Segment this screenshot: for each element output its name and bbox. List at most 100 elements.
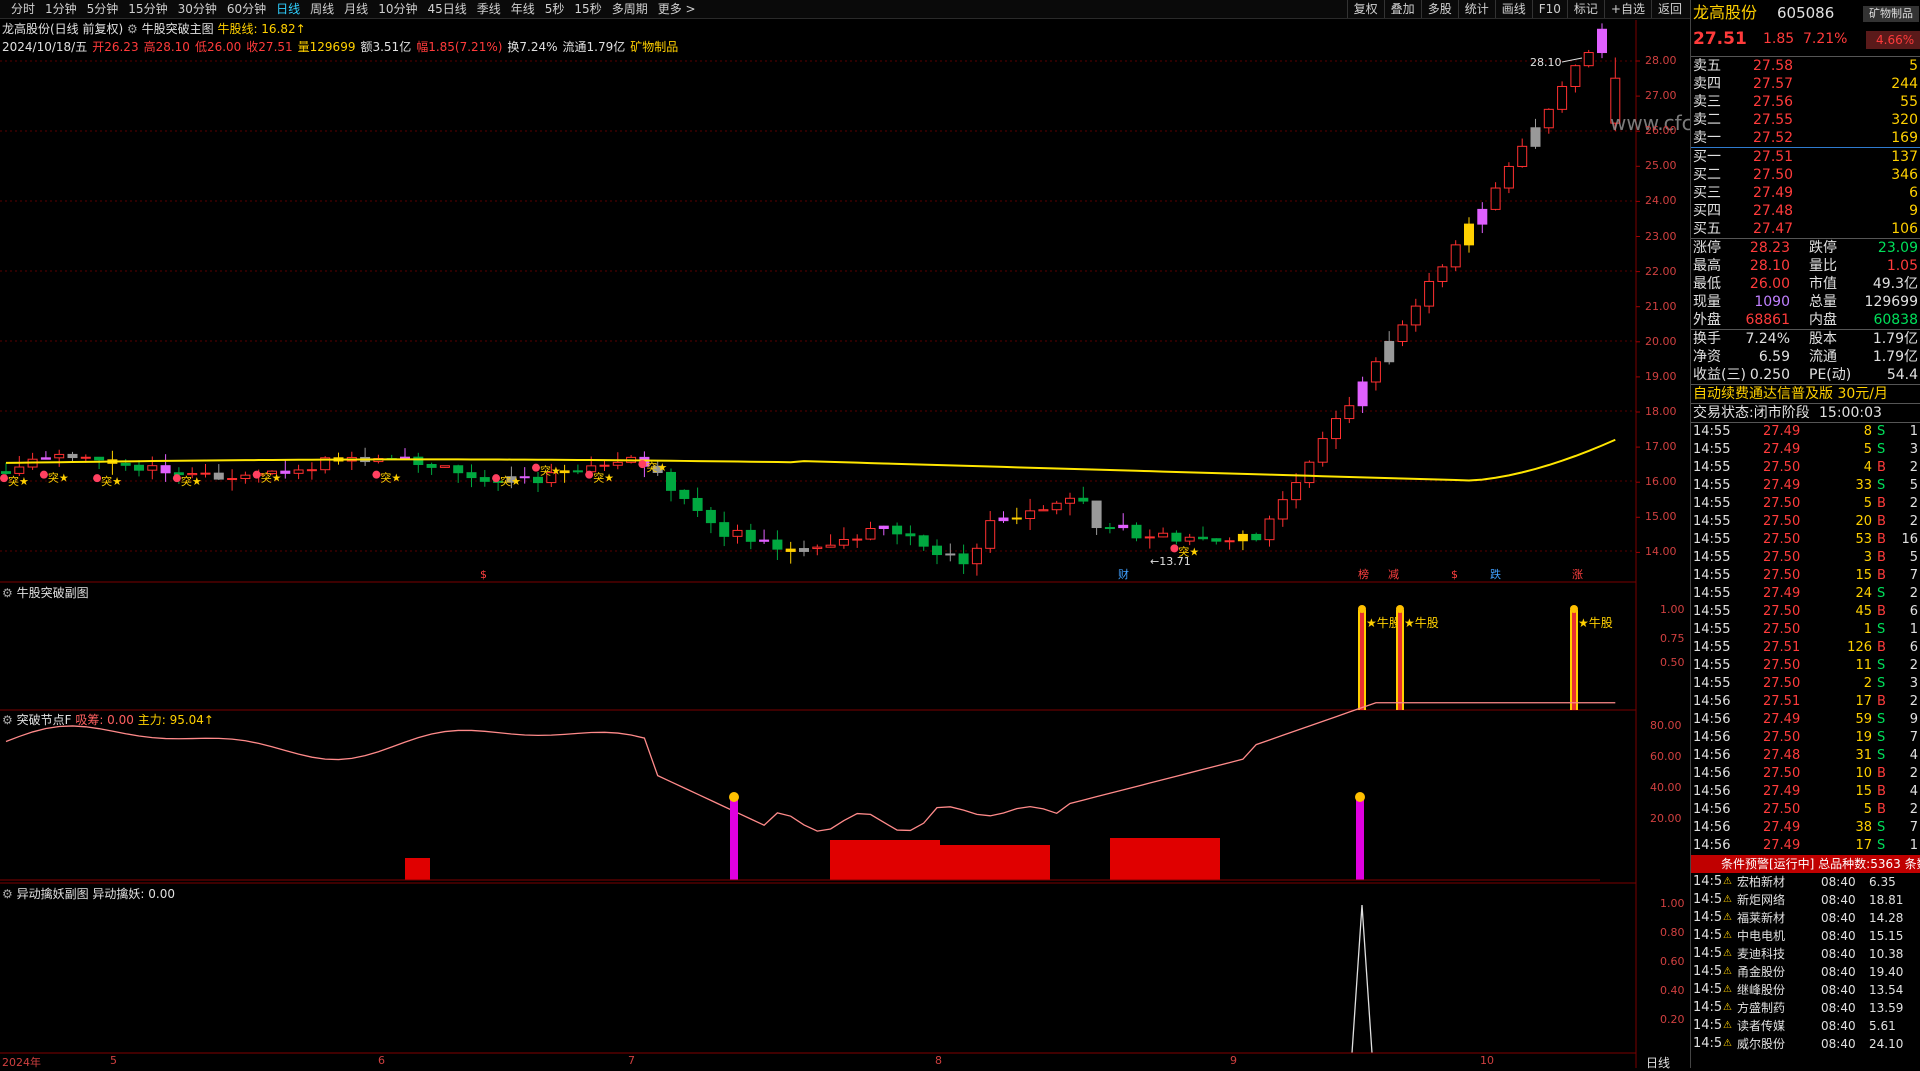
panel3-name[interactable]: 突破节点F bbox=[17, 713, 72, 727]
panel4-name[interactable]: 异动擒妖副图 bbox=[17, 887, 89, 901]
tick-count: 7 bbox=[1909, 730, 1918, 745]
period-tab[interactable]: 日线 bbox=[271, 2, 305, 17]
book-row[interactable]: 卖一 27.52 169 bbox=[1691, 129, 1920, 147]
candle-body bbox=[1211, 538, 1222, 542]
tick-list[interactable]: 14:55 27.49 8 S 1 14:55 27.49 5 S 3 14:55 27.50 4 B 2 1… bbox=[1691, 423, 1920, 855]
candle-body bbox=[1477, 208, 1488, 225]
tool-button[interactable]: 返回 bbox=[1650, 0, 1688, 18]
book-row[interactable]: 卖四 27.57 244 bbox=[1691, 75, 1920, 93]
ask-book: 卖五 27.58 5 卖四 27.57 244 卖三 27.56 55 卖二 27.55 320 卖一 2… bbox=[1691, 57, 1920, 147]
warn-row[interactable]: 14:5 ⚠ 麦迪科技 08:40 10.38 bbox=[1691, 945, 1920, 963]
promo-text[interactable]: 自动续费通达信普及版 30元/月 bbox=[1693, 385, 1888, 403]
indicator-name[interactable]: 牛股突破主图 bbox=[142, 22, 214, 36]
tool-button[interactable]: F10 bbox=[1531, 0, 1567, 18]
warn-row[interactable]: 14:5 ⚠ 继峰股份 08:40 13.54 bbox=[1691, 981, 1920, 999]
period-tab[interactable]: 分时 bbox=[6, 2, 40, 17]
tool-button[interactable]: +自选 bbox=[1603, 0, 1651, 18]
tool-button[interactable]: 叠加 bbox=[1383, 0, 1421, 18]
period-tab[interactable]: 60分钟 bbox=[222, 2, 271, 17]
warn-stock: 方盛制药 bbox=[1737, 1001, 1786, 1015]
tick-side: S bbox=[1877, 820, 1886, 835]
tick-time: 14:55 bbox=[1693, 550, 1731, 565]
candle-body bbox=[1557, 85, 1568, 110]
candle-body bbox=[812, 546, 823, 550]
book-row[interactable]: 买五 27.47 106 bbox=[1691, 220, 1920, 238]
date-tick: 5 bbox=[110, 1054, 117, 1067]
bottom-period-label[interactable]: 日线 bbox=[1646, 1054, 1670, 1071]
candle-body bbox=[1517, 145, 1528, 167]
warn-list[interactable]: 14:5 ⚠ 宏柏新材 08:40 6.35 14:5 ⚠ 新炬网络 08:40 18.81 14:… bbox=[1691, 873, 1920, 1053]
tick-time: 14:56 bbox=[1693, 838, 1731, 853]
warn-time: 14:5 bbox=[1693, 892, 1723, 907]
tick-price: 27.51 bbox=[1763, 694, 1801, 709]
book-row[interactable]: 买三 27.49 6 bbox=[1691, 184, 1920, 202]
period-tab[interactable]: 5分钟 bbox=[82, 2, 124, 17]
warn-row[interactable]: 14:5 ⚠ 读者传媒 08:40 5.61 bbox=[1691, 1017, 1920, 1035]
tick-row: 14:55 27.49 33 S 5 bbox=[1691, 477, 1920, 495]
tick-count: 4 bbox=[1909, 748, 1918, 763]
event-label: 榜 bbox=[1358, 567, 1369, 581]
book-row[interactable]: 买四 27.48 9 bbox=[1691, 202, 1920, 220]
tool-button[interactable]: 多股 bbox=[1420, 0, 1458, 18]
bull-signal-bar-core bbox=[1572, 612, 1576, 710]
warn-row[interactable]: 14:5 ⚠ 方盛制药 08:40 13.59 bbox=[1691, 999, 1920, 1017]
gear-icon[interactable]: ⚙ bbox=[2, 586, 17, 600]
warn-row[interactable]: 14:5 ⚠ 甬金股份 08:40 19.40 bbox=[1691, 963, 1920, 981]
tool-button[interactable]: 复权 bbox=[1346, 0, 1384, 18]
panel2-name[interactable]: 牛股突破副图 bbox=[17, 586, 89, 600]
book-row[interactable]: 买二 27.50 346 bbox=[1691, 166, 1920, 184]
period-tab[interactable]: 周线 bbox=[305, 2, 339, 17]
tool-button[interactable]: 标记 bbox=[1566, 0, 1604, 18]
warn-row[interactable]: 14:5 ⚠ 中电电机 08:40 15.15 bbox=[1691, 927, 1920, 945]
warn-header[interactable]: 条件预警[运行中] 总品种数:5363 条数 bbox=[1691, 855, 1920, 873]
tick-volume: 33 bbox=[1855, 478, 1872, 493]
warn-row[interactable]: 14:5 ⚠ 新炬网络 08:40 18.81 bbox=[1691, 891, 1920, 909]
period-tab[interactable]: 更多 > bbox=[653, 2, 701, 17]
period-tab[interactable]: 月线 bbox=[339, 2, 373, 17]
tick-count: 2 bbox=[1909, 586, 1918, 601]
candle-body bbox=[852, 538, 863, 541]
date-tick: 10 bbox=[1480, 1054, 1494, 1067]
candle-body bbox=[572, 470, 583, 473]
quote-sector-tag[interactable]: 矿物制品 bbox=[1863, 6, 1919, 22]
stat-label-2: PE(动) bbox=[1809, 367, 1852, 383]
tick-row: 14:55 27.50 3 B 5 bbox=[1691, 549, 1920, 567]
tick-row: 14:55 27.50 45 B 6 bbox=[1691, 603, 1920, 621]
book-row[interactable]: 买一 27.51 137 bbox=[1691, 148, 1920, 166]
gear-icon[interactable]: ⚙ bbox=[2, 887, 17, 901]
panel4-title: ⚙ 异动擒妖副图 异动擒妖: 0.00 bbox=[2, 885, 175, 902]
period-tab[interactable]: 年线 bbox=[506, 2, 540, 17]
book-row[interactable]: 卖三 27.56 55 bbox=[1691, 93, 1920, 111]
tick-volume: 31 bbox=[1855, 748, 1872, 763]
warn-row[interactable]: 14:5 ⚠ 威尔股份 08:40 24.10 bbox=[1691, 1035, 1920, 1053]
stat-value: 0.250 bbox=[1749, 367, 1790, 383]
period-tab[interactable]: 15分钟 bbox=[123, 2, 172, 17]
indicator-gear-icon[interactable]: ⚙ bbox=[127, 22, 142, 36]
period-tab[interactable]: 30分钟 bbox=[173, 2, 222, 17]
tick-volume: 19 bbox=[1855, 730, 1872, 745]
stat-row: 涨停 28.23 跌停 23.09 bbox=[1691, 239, 1920, 257]
signal-label: 突★ bbox=[48, 471, 69, 485]
book-row[interactable]: 卖二 27.55 320 bbox=[1691, 111, 1920, 129]
warn-row[interactable]: 14:5 ⚠ 宏柏新材 08:40 6.35 bbox=[1691, 873, 1920, 891]
promo-row[interactable]: 自动续费通达信普及版 30元/月 bbox=[1691, 385, 1920, 403]
period-tab[interactable]: 45日线 bbox=[422, 2, 471, 17]
tool-button[interactable]: 统计 bbox=[1457, 0, 1495, 18]
tick-count: 2 bbox=[1909, 766, 1918, 781]
period-tab[interactable]: 15秒 bbox=[569, 2, 606, 17]
warn-row[interactable]: 14:5 ⚠ 福莱新材 08:40 14.28 bbox=[1691, 909, 1920, 927]
gear-icon[interactable]: ⚙ bbox=[2, 713, 17, 727]
period-tab[interactable]: 5秒 bbox=[540, 2, 570, 17]
warn-time: 14:5 bbox=[1693, 946, 1723, 961]
period-tab[interactable]: 多周期 bbox=[607, 2, 653, 17]
candle-body bbox=[998, 517, 1009, 522]
info-date: 2024/10/18/五 bbox=[2, 40, 88, 54]
period-tab[interactable]: 季线 bbox=[472, 2, 506, 17]
period-tab[interactable]: 10分钟 bbox=[373, 2, 422, 17]
warn-stock: 麦迪科技 bbox=[1737, 947, 1786, 961]
info-close: 收27.51 bbox=[246, 40, 293, 54]
book-row[interactable]: 卖五 27.58 5 bbox=[1691, 57, 1920, 75]
period-tab[interactable]: 1分钟 bbox=[40, 2, 82, 17]
accum-bar bbox=[1110, 838, 1220, 880]
tool-button[interactable]: 画线 bbox=[1494, 0, 1532, 18]
